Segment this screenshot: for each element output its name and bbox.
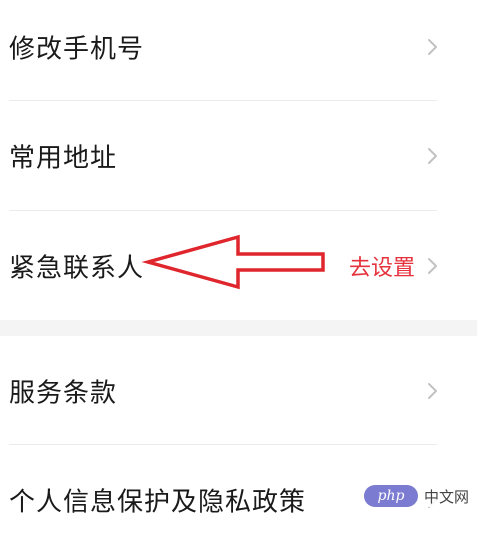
chevron-right-icon — [428, 258, 437, 274]
settings-item-common-address[interactable]: 常用地址 — [0, 101, 477, 211]
settings-list: 修改手机号 常用地址 紧急联系人 去设置 服务条款 个人信息保护及隐私政策 ph… — [0, 0, 477, 555]
chevron-right-icon — [428, 383, 437, 399]
chevron-right-icon — [428, 148, 437, 164]
setup-link[interactable]: 去设置 — [349, 250, 415, 282]
settings-item-emergency-contact[interactable]: 紧急联系人 去设置 — [0, 211, 477, 321]
watermark-logo: php — [363, 485, 418, 507]
section-gap — [0, 320, 477, 336]
settings-item-change-phone[interactable]: 修改手机号 — [0, 0, 477, 102]
watermark-text: 中文网 — [421, 485, 471, 507]
watermark: php 中文网 — [363, 485, 471, 507]
settings-item-label: 常用地址 — [9, 143, 118, 174]
settings-item-label: 个人信息保护及隐私政策 — [9, 487, 307, 518]
settings-item-label: 紧急联系人 — [9, 253, 145, 284]
settings-item-label: 服务条款 — [9, 378, 118, 409]
chevron-right-icon — [428, 39, 437, 55]
settings-item-terms-of-service[interactable]: 服务条款 — [0, 336, 477, 446]
settings-item-label: 修改手机号 — [9, 34, 145, 65]
